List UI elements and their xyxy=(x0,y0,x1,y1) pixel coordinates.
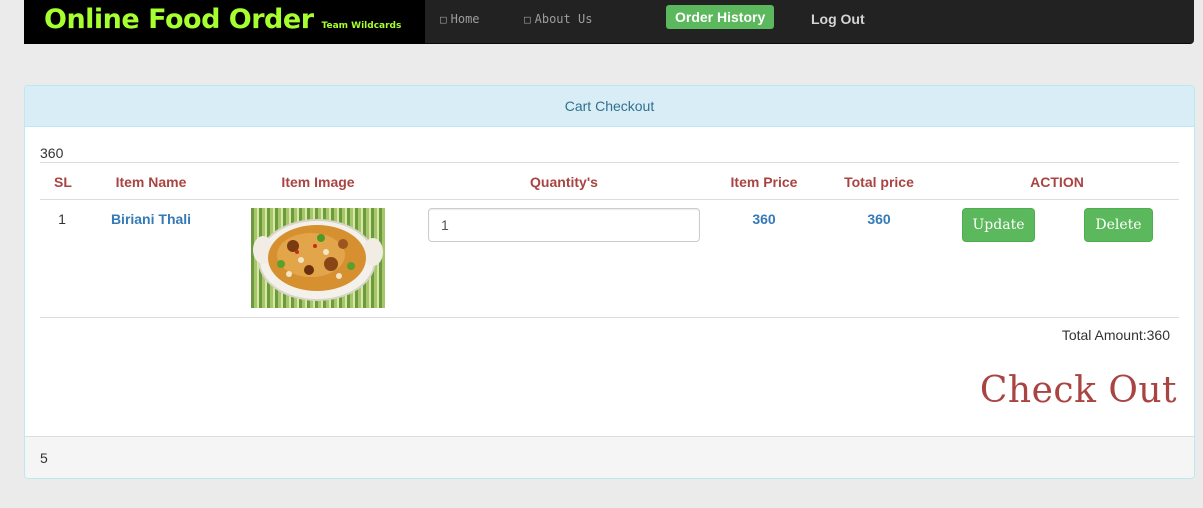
item-image xyxy=(251,208,385,308)
row-item-price: 360 xyxy=(752,211,776,227)
row-item-name[interactable]: Biriani Thali xyxy=(111,211,191,227)
total-amount: Total Amount:360 xyxy=(1061,327,1170,343)
nav-home-link[interactable]: □ Home xyxy=(440,12,480,26)
logout-link[interactable]: Log Out xyxy=(811,11,865,27)
cart-value: 360 xyxy=(40,145,64,161)
col-header-action: ACTION xyxy=(1030,174,1084,190)
nav-home-label: Home xyxy=(450,12,480,26)
panel-footer: 5 xyxy=(25,436,1194,478)
brand-title: Online Food Order xyxy=(44,4,314,35)
brand-subtitle: Team Wildcards xyxy=(321,21,402,31)
brand[interactable]: Online Food Order Team Wildcards xyxy=(24,0,425,44)
panel-body: 360 SL Item Name Item Image Quantity's I… xyxy=(40,127,1179,437)
update-button[interactable]: Update xyxy=(962,208,1035,242)
delete-button[interactable]: Delete xyxy=(1084,208,1153,242)
row-sl: 1 xyxy=(58,211,66,227)
quantity-input[interactable] xyxy=(428,208,700,242)
col-header-sl: SL xyxy=(54,174,72,190)
header-divider xyxy=(40,199,1179,200)
col-header-quantity: Quantity's xyxy=(530,174,598,190)
nav-about-link[interactable]: □ About Us xyxy=(524,12,592,26)
col-header-item-price: Item Price xyxy=(730,174,798,190)
col-header-item-image: Item Image xyxy=(281,174,355,190)
row-total-price: 360 xyxy=(867,211,891,227)
navbar: Online Food Order Team Wildcards □ Home □ A… xyxy=(24,0,1194,44)
cart-checkout-panel: Cart Checkout 360 SL Item Name Item Imag… xyxy=(24,85,1195,479)
order-history-button[interactable]: Order History xyxy=(666,5,775,29)
table-top-divider xyxy=(40,162,1179,163)
info-icon: □ xyxy=(524,13,531,26)
col-header-total-price: Total price xyxy=(844,174,914,190)
col-header-item-name: Item Name xyxy=(115,174,187,190)
nav-about-label: About Us xyxy=(534,12,593,26)
checkout-button[interactable]: Check Out xyxy=(980,370,1177,411)
panel-heading: Cart Checkout xyxy=(25,86,1194,127)
biriani-dish-image xyxy=(253,219,383,301)
home-icon: □ xyxy=(440,13,447,26)
row-divider xyxy=(40,317,1179,318)
